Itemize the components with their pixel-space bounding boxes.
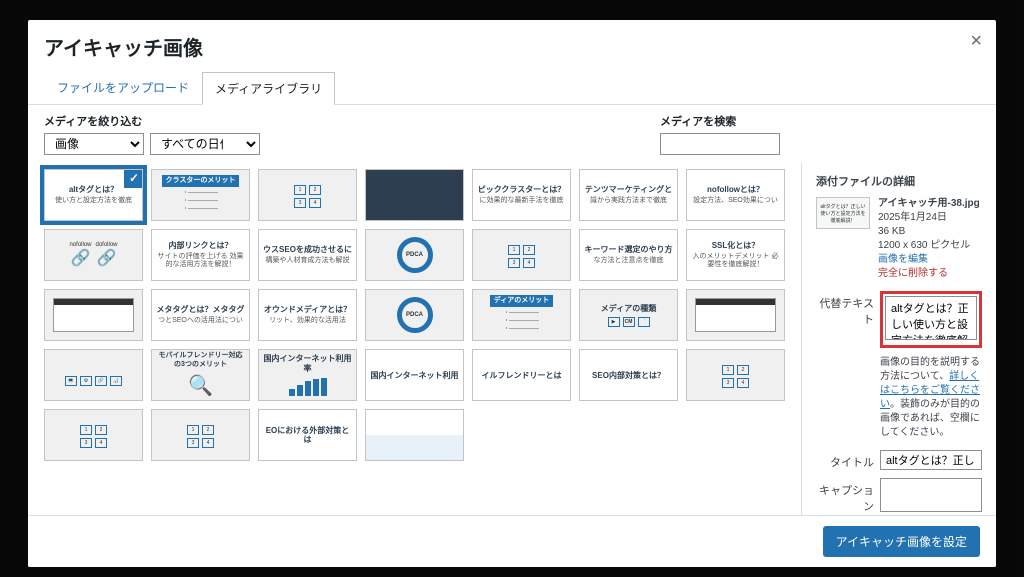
details-heading: 添付ファイルの詳細 (816, 173, 982, 189)
media-thumb[interactable] (44, 289, 143, 341)
delete-link[interactable]: 完全に削除する (878, 267, 980, 281)
media-thumb[interactable]: nofollow🔗dofollow🔗 (44, 229, 143, 281)
set-featured-image-button[interactable]: アイキャッチ画像を設定 (823, 526, 980, 557)
featured-image-modal: × アイキャッチ画像 ファイルをアップロード メディアライブラリ メディアを絞り… (28, 20, 996, 567)
filter-type-select[interactable]: 画像 (44, 133, 144, 155)
media-thumb[interactable]: ディアのメリット・――――――・――――――・―――――― (472, 289, 571, 341)
filter-label: メディアを絞り込む (44, 113, 260, 129)
media-thumb[interactable] (365, 409, 464, 461)
edit-image-link[interactable]: 画像を編集 (878, 253, 980, 267)
attachment-details: 添付ファイルの詳細 altタグとは？正しい使い方と設定方法を徹底解説！ アイキャ… (801, 163, 996, 515)
media-thumb[interactable]: EOにおける外部対策とは (258, 409, 357, 461)
details-filename: アイキャッチ用-38.jpg (878, 197, 980, 211)
modal-footer: アイキャッチ画像を設定 (28, 515, 996, 567)
details-dimensions: 1200 x 630 ピクセル (878, 239, 980, 253)
main: altタグとは？使い方と設定方法を徹底クラスターのメリット・――――――・―――… (28, 163, 996, 515)
media-thumb[interactable]: nofollowとは？設定方法、SEO効果につい (686, 169, 785, 221)
title-label: タイトル (816, 450, 874, 470)
media-thumb[interactable]: 1234 (151, 409, 250, 461)
field-title: タイトル (816, 450, 982, 470)
tab-media-library[interactable]: メディアライブラリ (202, 72, 335, 105)
filter-group: メディアを絞り込む 画像 すべての日付 (44, 113, 260, 155)
details-thumbnail: altタグとは？正しい使い方と設定方法を徹底解説！ (816, 197, 870, 229)
media-thumb[interactable]: SSL化とは？入のメリットデメリット 必要性を徹底解説！ (686, 229, 785, 281)
media-thumb[interactable]: 国内インターネット利用 (365, 349, 464, 401)
media-thumb[interactable]: SEO内部対策とは？ (579, 349, 678, 401)
media-thumb[interactable]: ウスSEOを成功させるに構築や人材育成方法も解説 (258, 229, 357, 281)
media-thumb[interactable]: 1234 (686, 349, 785, 401)
alt-textarea[interactable]: altタグとは？正しい使い方と設定方法を徹底解説！ (885, 296, 977, 340)
tab-upload[interactable]: ファイルをアップロード (44, 71, 202, 104)
close-button[interactable]: × (970, 30, 982, 53)
media-thumb[interactable]: altタグとは？使い方と設定方法を徹底 (44, 169, 143, 221)
search-label: メディアを検索 (660, 113, 780, 129)
modal-header: アイキャッチ画像 (28, 20, 996, 61)
field-caption: キャプション (816, 478, 982, 515)
search-input[interactable] (660, 133, 780, 155)
tabs: ファイルをアップロード メディアライブラリ (28, 61, 996, 104)
media-thumb[interactable]: 💻⚙🔗📊 (44, 349, 143, 401)
media-thumb[interactable]: 1234 (44, 409, 143, 461)
media-thumb[interactable]: PDCA (365, 229, 464, 281)
alt-help: 画像の目的を説明する方法について、詳しくはこちらをご覧ください。装飾のみが目的の… (880, 356, 982, 440)
media-thumb[interactable]: クラスターのメリット・――――――・――――――・―――――― (151, 169, 250, 221)
media-thumb[interactable]: テンツマーケティングと識から実践方法まで徹底 (579, 169, 678, 221)
media-thumb[interactable]: 内部リンクとは？サイトの評価を上げる 効果的な活用方法を解説！ (151, 229, 250, 281)
media-thumb[interactable]: キーワード選定のやり方な方法と注意点を徹底 (579, 229, 678, 281)
alt-label: 代替テキスト (816, 291, 874, 327)
grid-scroll[interactable]: altタグとは？使い方と設定方法を徹底クラスターのメリット・――――――・―――… (28, 163, 801, 515)
media-thumb[interactable]: 1234 (472, 229, 571, 281)
media-grid: altタグとは？使い方と設定方法を徹底クラスターのメリット・――――――・―――… (44, 169, 785, 461)
media-thumb[interactable]: オウンドメディアとは？リット、効果的な活用法 (258, 289, 357, 341)
media-thumb[interactable]: メディアの種類▶CM📄 (579, 289, 678, 341)
details-filesize: 36 KB (878, 225, 980, 239)
media-thumb[interactable]: 国内インターネット利用率 (258, 349, 357, 401)
media-thumb[interactable]: メタタグとは？メタタグつとSEOへの活用法につい (151, 289, 250, 341)
field-alt: 代替テキスト altタグとは？正しい使い方と設定方法を徹底解説！ (816, 291, 982, 348)
details-meta: アイキャッチ用-38.jpg 2025年1月24日 36 KB 1200 x 6… (878, 197, 980, 281)
title-input[interactable] (880, 450, 982, 470)
media-thumb[interactable]: ピラーコンテンツ SEO (365, 169, 464, 221)
media-thumb[interactable]: イルフレンドリーとは (472, 349, 571, 401)
search-group: メディアを検索 (660, 113, 780, 155)
details-preview: altタグとは？正しい使い方と設定方法を徹底解説！ アイキャッチ用-38.jpg… (816, 197, 982, 281)
filter-date-select[interactable]: すべての日付 (150, 133, 260, 155)
caption-label: キャプション (816, 478, 874, 514)
media-thumb[interactable]: PDCA (365, 289, 464, 341)
toolbar: メディアを絞り込む 画像 すべての日付 メディアを検索 (28, 104, 996, 163)
media-thumb[interactable]: 1234 (258, 169, 357, 221)
media-thumb[interactable]: ピッククラスターとは？に効果的な最新手法を徹底 (472, 169, 571, 221)
media-thumb[interactable] (686, 289, 785, 341)
media-thumb[interactable]: モバイルフレンドリー対応の3つのメリット🔍 (151, 349, 250, 401)
modal-title: アイキャッチ画像 (44, 32, 980, 61)
details-date: 2025年1月24日 (878, 211, 980, 225)
caption-textarea[interactable] (880, 478, 982, 512)
